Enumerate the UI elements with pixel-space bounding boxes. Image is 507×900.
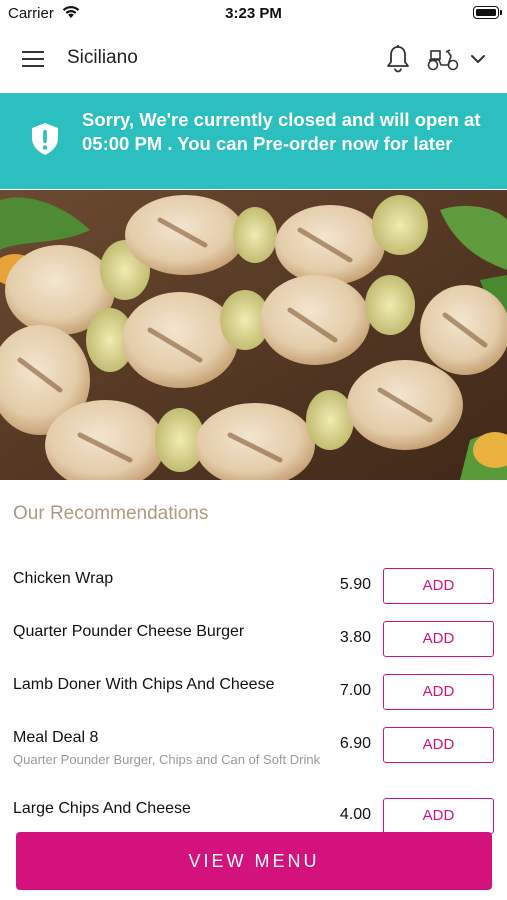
item-price: 6.90 <box>339 735 371 752</box>
item-name: Chicken Wrap <box>13 570 114 587</box>
closed-notice-banner: Sorry, We're currently closed and will o… <box>0 93 507 189</box>
add-button[interactable]: ADD <box>383 621 494 657</box>
battery-icon <box>473 6 502 19</box>
add-button[interactable]: ADD <box>383 727 494 763</box>
add-button[interactable]: ADD <box>383 568 494 604</box>
add-button[interactable]: ADD <box>383 674 494 710</box>
bell-icon[interactable] <box>384 44 412 74</box>
restaurant-name: Siciliano <box>67 47 138 68</box>
item-price: 4.00 <box>339 806 371 823</box>
chevron-down-icon[interactable] <box>468 50 488 68</box>
hero-food-image <box>0 190 507 480</box>
item-name: Lamb Doner With Chips And Cheese <box>13 676 275 693</box>
top-navigation-bar: Siciliano <box>0 30 507 92</box>
item-name: Quarter Pounder Cheese Burger <box>13 623 245 640</box>
item-name: Meal Deal 8 <box>13 729 99 746</box>
hamburger-menu-icon[interactable] <box>22 49 46 69</box>
item-name: Large Chips And Cheese <box>13 800 191 817</box>
scooter-icon[interactable] <box>426 46 460 72</box>
closed-notice-text: Sorry, We're currently closed and will o… <box>82 109 481 154</box>
item-price: 5.90 <box>339 576 371 593</box>
item-description: Quarter Pounder Burger, Chips and Can of… <box>13 752 321 767</box>
item-price: 7.00 <box>339 682 371 699</box>
status-bar: Carrier 3:23 PM <box>0 0 507 28</box>
view-menu-button[interactable]: VIEW MENU <box>16 832 492 890</box>
recommendations-title: Our Recommendations <box>13 503 209 524</box>
clock-time: 3:23 PM <box>225 5 282 22</box>
add-button[interactable]: ADD <box>383 798 494 834</box>
shield-alert-icon <box>32 123 58 155</box>
item-price: 3.80 <box>339 629 371 646</box>
